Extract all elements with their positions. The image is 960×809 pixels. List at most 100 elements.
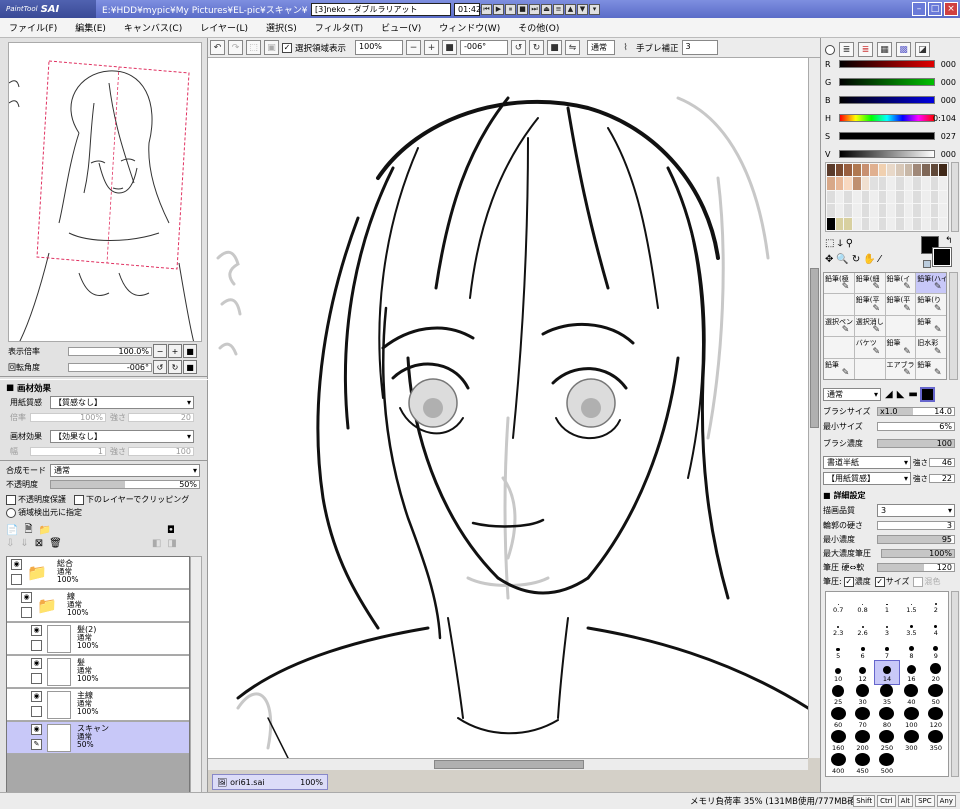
- brush-size-cell[interactable]: 250: [875, 730, 899, 753]
- transparent-color-icon[interactable]: [923, 260, 931, 268]
- rotate-reset-button[interactable]: ■: [183, 360, 197, 374]
- clip-checkbox[interactable]: [74, 494, 84, 505]
- brush-size-cell[interactable]: 160: [826, 730, 850, 753]
- color-swatch[interactable]: [835, 164, 844, 177]
- color-swatch[interactable]: [939, 217, 947, 230]
- color-swatch[interactable]: [870, 217, 878, 230]
- layer-mask-icon[interactable]: ◘: [167, 525, 175, 536]
- tool-palette[interactable]: 鉛筆(極 ✎ 鉛筆(細 ✎ 鉛筆(イ ✎ 鉛筆(ハイ ✎ 鉛筆(平 ✎ 鉛筆(平 ✎ 鉛筆(り ✎ 選択ペン…: [823, 272, 947, 380]
- brush-size-cell[interactable]: 2.3: [826, 615, 850, 638]
- color-swatch[interactable]: [896, 204, 904, 217]
- new-layer-icon[interactable]: 📄: [6, 525, 18, 536]
- layer-row[interactable]: ◉ ✎ スキャン 通常 50%: [7, 722, 189, 754]
- color-swatch[interactable]: [939, 177, 947, 190]
- close-icon[interactable]: ×: [944, 2, 958, 16]
- brush-shape-square-icon[interactable]: [919, 387, 935, 402]
- color-swatch[interactable]: [930, 190, 939, 204]
- menu-item-2[interactable]: キャンバス(C): [115, 21, 191, 34]
- menu-item-1[interactable]: 編集(E): [66, 21, 115, 34]
- tool-slot-8[interactable]: 選択ペン ✎: [824, 315, 854, 337]
- tool-slot-4[interactable]: [824, 294, 854, 315]
- invert-selection-icon[interactable]: ▣: [264, 40, 279, 55]
- color-swatch[interactable]: [861, 204, 870, 217]
- new-folder-icon[interactable]: 📁: [39, 525, 51, 536]
- brush-size-cell[interactable]: 3: [875, 615, 899, 638]
- brush-size-cell[interactable]: 350: [924, 730, 948, 753]
- lasso-icon[interactable]: ↆ: [837, 238, 842, 249]
- layer-edit-icon[interactable]: ✎: [31, 739, 42, 750]
- zoom-out-button[interactable]: −: [153, 344, 167, 358]
- rect-select-icon[interactable]: ⬚: [825, 238, 834, 249]
- color-swatch[interactable]: [887, 204, 896, 217]
- show-selection-checkbox[interactable]: ✓: [282, 42, 292, 53]
- toolbar-blend-select[interactable]: 通常: [587, 40, 616, 55]
- color-swatch[interactable]: [896, 164, 904, 177]
- color-swatch[interactable]: [922, 217, 930, 230]
- brush-size-cell[interactable]: 120: [924, 707, 948, 730]
- brush-size-cell[interactable]: 2.6: [850, 615, 874, 638]
- zoom-slider[interactable]: 100.0%: [68, 346, 152, 356]
- brush-size-cell[interactable]: 70: [850, 707, 874, 730]
- color-swatch[interactable]: [922, 164, 930, 177]
- r-slider[interactable]: [839, 60, 935, 68]
- paper-scale-slider[interactable]: 100%: [30, 413, 106, 422]
- canvas-horizontal-scrollbar[interactable]: [208, 758, 808, 770]
- magic-wand-icon[interactable]: ⚲: [846, 238, 853, 249]
- color-swatch[interactable]: [827, 190, 835, 204]
- detail-header[interactable]: ■ 詳細設定: [823, 490, 957, 501]
- tool-slot-15[interactable]: 旧水彩 ✎: [916, 337, 946, 358]
- color-swatch[interactable]: [904, 190, 913, 204]
- brush-size-cell[interactable]: 300: [899, 730, 923, 753]
- color-swatch[interactable]: [904, 204, 913, 217]
- color-swatch[interactable]: [939, 204, 947, 217]
- color-swatch[interactable]: [835, 190, 844, 204]
- zoom-in-button[interactable]: +: [168, 344, 182, 358]
- move-icon[interactable]: ✥: [825, 254, 833, 265]
- color-swatch[interactable]: [930, 204, 939, 217]
- media-prev-icon[interactable]: ⏮: [481, 3, 492, 15]
- brush-size-cell[interactable]: 20: [924, 661, 948, 684]
- brush-size-cell[interactable]: 14: [873, 660, 901, 685]
- b-slider[interactable]: [839, 96, 935, 104]
- color-swatch[interactable]: [870, 190, 878, 204]
- zoom-reset-button[interactable]: ■: [183, 344, 197, 358]
- color-swatch[interactable]: [870, 177, 878, 190]
- layer-list[interactable]: ◉ 📁 総合 通常 100% ◉ 📁 線通常 100% ◉ 髪(2) 通常 100% ◉ 髪通常 100% ◉ 主…: [6, 556, 190, 808]
- opacity-slider[interactable]: 50%: [50, 480, 200, 489]
- tool-slot-16[interactable]: 鉛筆 ✎: [824, 358, 854, 379]
- color-swatch[interactable]: [861, 190, 870, 204]
- color-swatch[interactable]: [930, 177, 939, 190]
- swap-colors-icon[interactable]: ↰: [945, 236, 953, 246]
- color-swatch[interactable]: [922, 190, 930, 204]
- protect-checkbox[interactable]: [6, 494, 16, 505]
- brush-shape-icon-2[interactable]: ◣: [897, 389, 905, 400]
- color-swatch[interactable]: [844, 217, 852, 230]
- color-swatch[interactable]: [827, 204, 835, 217]
- color-swatch[interactable]: [827, 217, 835, 230]
- apply-mask-icon[interactable]: ◧: [152, 538, 161, 549]
- brush-size-slider[interactable]: x1.0 14.0: [877, 407, 955, 416]
- flip-icon[interactable]: ⇋: [565, 40, 581, 55]
- scratchpad-icon[interactable]: ◪: [915, 42, 930, 57]
- tool-slot-5[interactable]: 鉛筆(平 ✎: [854, 294, 885, 315]
- color-swatch[interactable]: [852, 177, 861, 190]
- brush-size-cell[interactable]: 400: [826, 753, 850, 776]
- color-swatch[interactable]: [887, 177, 896, 190]
- layer-row[interactable]: ◉ 主線 通常 100%: [7, 689, 189, 721]
- color-mixer-icon[interactable]: ▦: [877, 42, 892, 57]
- deselect-icon[interactable]: ⬚: [246, 40, 261, 55]
- tool-slot-0[interactable]: 鉛筆(極 ✎: [824, 273, 854, 294]
- tool-slot-18[interactable]: エアブラシ✎: [885, 358, 916, 379]
- blend-mode-select[interactable]: 通常: [50, 464, 200, 477]
- toolbar-rotate-left-icon[interactable]: ↺: [511, 40, 527, 55]
- color-swatch[interactable]: [878, 204, 887, 217]
- brush-shape-select[interactable]: 書道半紙: [823, 456, 911, 469]
- brush-size-cell[interactable]: 30: [850, 684, 874, 707]
- color-swatch[interactable]: [852, 190, 861, 204]
- media-up-icon[interactable]: ▲: [565, 3, 576, 15]
- layer-row[interactable]: ◉ 髪(2) 通常 100%: [7, 623, 189, 655]
- color-swatch[interactable]: [878, 177, 887, 190]
- pressure-blend-checkbox[interactable]: [913, 576, 924, 587]
- brush-texture-select[interactable]: 【用紙質感】: [823, 472, 911, 485]
- brush-size-cell[interactable]: 60: [826, 707, 850, 730]
